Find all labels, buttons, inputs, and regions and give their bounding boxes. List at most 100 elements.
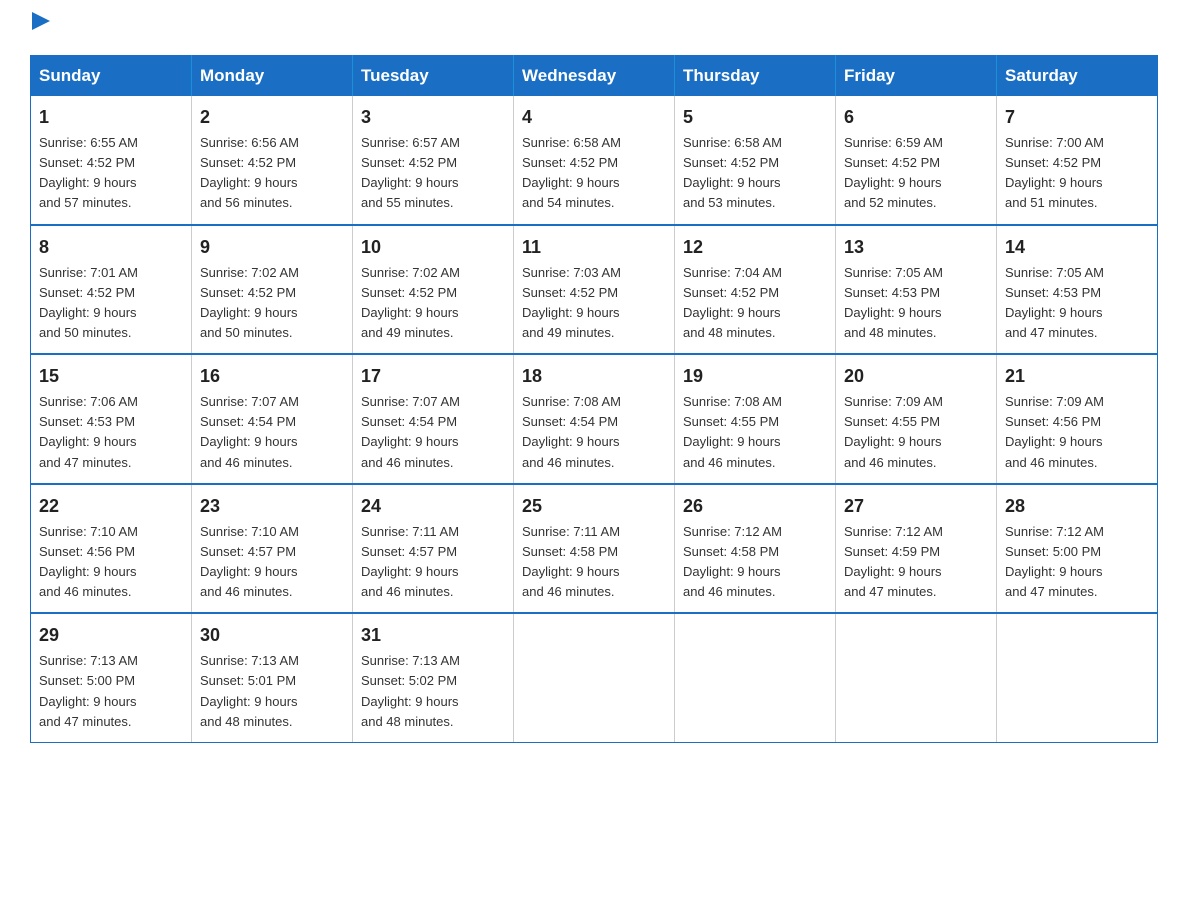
calendar-day-28: 28Sunrise: 7:12 AMSunset: 5:00 PMDayligh… [997, 484, 1158, 614]
day-info: Sunrise: 7:06 AMSunset: 4:53 PMDaylight:… [39, 392, 183, 473]
day-number: 11 [522, 234, 666, 261]
calendar-day-13: 13Sunrise: 7:05 AMSunset: 4:53 PMDayligh… [836, 225, 997, 355]
calendar-day-11: 11Sunrise: 7:03 AMSunset: 4:52 PMDayligh… [514, 225, 675, 355]
day-info: Sunrise: 6:58 AMSunset: 4:52 PMDaylight:… [683, 133, 827, 214]
day-info: Sunrise: 7:05 AMSunset: 4:53 PMDaylight:… [1005, 263, 1149, 344]
calendar-day-5: 5Sunrise: 6:58 AMSunset: 4:52 PMDaylight… [675, 96, 836, 225]
calendar-day-17: 17Sunrise: 7:07 AMSunset: 4:54 PMDayligh… [353, 354, 514, 484]
day-header-thursday: Thursday [675, 56, 836, 97]
empty-cell [675, 613, 836, 742]
calendar-day-18: 18Sunrise: 7:08 AMSunset: 4:54 PMDayligh… [514, 354, 675, 484]
day-number: 3 [361, 104, 505, 131]
day-header-sunday: Sunday [31, 56, 192, 97]
day-info: Sunrise: 7:11 AMSunset: 4:58 PMDaylight:… [522, 522, 666, 603]
calendar-day-10: 10Sunrise: 7:02 AMSunset: 4:52 PMDayligh… [353, 225, 514, 355]
day-info: Sunrise: 7:13 AMSunset: 5:01 PMDaylight:… [200, 651, 344, 732]
calendar-day-26: 26Sunrise: 7:12 AMSunset: 4:58 PMDayligh… [675, 484, 836, 614]
calendar-day-19: 19Sunrise: 7:08 AMSunset: 4:55 PMDayligh… [675, 354, 836, 484]
calendar-day-24: 24Sunrise: 7:11 AMSunset: 4:57 PMDayligh… [353, 484, 514, 614]
calendar-day-14: 14Sunrise: 7:05 AMSunset: 4:53 PMDayligh… [997, 225, 1158, 355]
calendar-day-29: 29Sunrise: 7:13 AMSunset: 5:00 PMDayligh… [31, 613, 192, 742]
day-number: 25 [522, 493, 666, 520]
day-number: 29 [39, 622, 183, 649]
day-info: Sunrise: 7:02 AMSunset: 4:52 PMDaylight:… [361, 263, 505, 344]
day-number: 23 [200, 493, 344, 520]
logo-arrow-icon [32, 12, 52, 37]
calendar-day-25: 25Sunrise: 7:11 AMSunset: 4:58 PMDayligh… [514, 484, 675, 614]
day-number: 30 [200, 622, 344, 649]
calendar-week-4: 22Sunrise: 7:10 AMSunset: 4:56 PMDayligh… [31, 484, 1158, 614]
day-number: 4 [522, 104, 666, 131]
day-header-tuesday: Tuesday [353, 56, 514, 97]
day-number: 19 [683, 363, 827, 390]
day-number: 27 [844, 493, 988, 520]
calendar-day-6: 6Sunrise: 6:59 AMSunset: 4:52 PMDaylight… [836, 96, 997, 225]
day-info: Sunrise: 6:56 AMSunset: 4:52 PMDaylight:… [200, 133, 344, 214]
calendar-day-21: 21Sunrise: 7:09 AMSunset: 4:56 PMDayligh… [997, 354, 1158, 484]
calendar-day-3: 3Sunrise: 6:57 AMSunset: 4:52 PMDaylight… [353, 96, 514, 225]
day-info: Sunrise: 6:59 AMSunset: 4:52 PMDaylight:… [844, 133, 988, 214]
calendar-day-30: 30Sunrise: 7:13 AMSunset: 5:01 PMDayligh… [192, 613, 353, 742]
day-info: Sunrise: 6:58 AMSunset: 4:52 PMDaylight:… [522, 133, 666, 214]
day-number: 6 [844, 104, 988, 131]
day-number: 21 [1005, 363, 1149, 390]
calendar-day-9: 9Sunrise: 7:02 AMSunset: 4:52 PMDaylight… [192, 225, 353, 355]
day-info: Sunrise: 7:13 AMSunset: 5:02 PMDaylight:… [361, 651, 505, 732]
calendar-day-1: 1Sunrise: 6:55 AMSunset: 4:52 PMDaylight… [31, 96, 192, 225]
logo [30, 20, 52, 37]
calendar-day-4: 4Sunrise: 6:58 AMSunset: 4:52 PMDaylight… [514, 96, 675, 225]
empty-cell [514, 613, 675, 742]
calendar-table: SundayMondayTuesdayWednesdayThursdayFrid… [30, 55, 1158, 743]
empty-cell [836, 613, 997, 742]
calendar-header-row: SundayMondayTuesdayWednesdayThursdayFrid… [31, 56, 1158, 97]
day-number: 1 [39, 104, 183, 131]
day-info: Sunrise: 7:09 AMSunset: 4:55 PMDaylight:… [844, 392, 988, 473]
day-info: Sunrise: 7:00 AMSunset: 4:52 PMDaylight:… [1005, 133, 1149, 214]
page-header [30, 20, 1158, 37]
day-info: Sunrise: 7:01 AMSunset: 4:52 PMDaylight:… [39, 263, 183, 344]
day-info: Sunrise: 7:12 AMSunset: 5:00 PMDaylight:… [1005, 522, 1149, 603]
day-info: Sunrise: 7:09 AMSunset: 4:56 PMDaylight:… [1005, 392, 1149, 473]
calendar-day-23: 23Sunrise: 7:10 AMSunset: 4:57 PMDayligh… [192, 484, 353, 614]
calendar-day-7: 7Sunrise: 7:00 AMSunset: 4:52 PMDaylight… [997, 96, 1158, 225]
calendar-week-3: 15Sunrise: 7:06 AMSunset: 4:53 PMDayligh… [31, 354, 1158, 484]
day-info: Sunrise: 6:55 AMSunset: 4:52 PMDaylight:… [39, 133, 183, 214]
empty-cell [997, 613, 1158, 742]
day-info: Sunrise: 7:07 AMSunset: 4:54 PMDaylight:… [200, 392, 344, 473]
day-info: Sunrise: 7:07 AMSunset: 4:54 PMDaylight:… [361, 392, 505, 473]
day-number: 20 [844, 363, 988, 390]
day-number: 12 [683, 234, 827, 261]
calendar-day-20: 20Sunrise: 7:09 AMSunset: 4:55 PMDayligh… [836, 354, 997, 484]
day-info: Sunrise: 7:10 AMSunset: 4:57 PMDaylight:… [200, 522, 344, 603]
calendar-day-2: 2Sunrise: 6:56 AMSunset: 4:52 PMDaylight… [192, 96, 353, 225]
day-number: 26 [683, 493, 827, 520]
calendar-day-12: 12Sunrise: 7:04 AMSunset: 4:52 PMDayligh… [675, 225, 836, 355]
day-info: Sunrise: 7:02 AMSunset: 4:52 PMDaylight:… [200, 263, 344, 344]
day-info: Sunrise: 7:10 AMSunset: 4:56 PMDaylight:… [39, 522, 183, 603]
day-number: 5 [683, 104, 827, 131]
day-number: 22 [39, 493, 183, 520]
day-info: Sunrise: 7:08 AMSunset: 4:54 PMDaylight:… [522, 392, 666, 473]
calendar-day-15: 15Sunrise: 7:06 AMSunset: 4:53 PMDayligh… [31, 354, 192, 484]
day-number: 16 [200, 363, 344, 390]
day-header-friday: Friday [836, 56, 997, 97]
day-number: 7 [1005, 104, 1149, 131]
day-info: Sunrise: 7:11 AMSunset: 4:57 PMDaylight:… [361, 522, 505, 603]
day-number: 8 [39, 234, 183, 261]
calendar-day-27: 27Sunrise: 7:12 AMSunset: 4:59 PMDayligh… [836, 484, 997, 614]
day-info: Sunrise: 7:05 AMSunset: 4:53 PMDaylight:… [844, 263, 988, 344]
day-info: Sunrise: 7:03 AMSunset: 4:52 PMDaylight:… [522, 263, 666, 344]
day-number: 2 [200, 104, 344, 131]
day-info: Sunrise: 7:08 AMSunset: 4:55 PMDaylight:… [683, 392, 827, 473]
calendar-week-1: 1Sunrise: 6:55 AMSunset: 4:52 PMDaylight… [31, 96, 1158, 225]
day-info: Sunrise: 7:12 AMSunset: 4:58 PMDaylight:… [683, 522, 827, 603]
day-number: 18 [522, 363, 666, 390]
day-header-saturday: Saturday [997, 56, 1158, 97]
day-number: 10 [361, 234, 505, 261]
day-number: 15 [39, 363, 183, 390]
day-number: 24 [361, 493, 505, 520]
day-number: 17 [361, 363, 505, 390]
calendar-day-16: 16Sunrise: 7:07 AMSunset: 4:54 PMDayligh… [192, 354, 353, 484]
day-number: 13 [844, 234, 988, 261]
day-number: 31 [361, 622, 505, 649]
